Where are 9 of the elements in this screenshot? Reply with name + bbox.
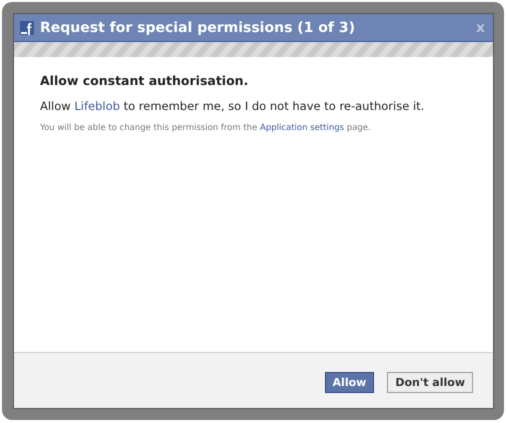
link[interactable]: Application settings: [260, 123, 344, 133]
link[interactable]: Lifeblob: [74, 99, 120, 113]
deny-button[interactable]: Don't allow: [387, 372, 473, 393]
dialog-title: Request for special permissions (1 of 3): [40, 20, 356, 36]
allow-button[interactable]: Allow: [324, 372, 374, 393]
permission-heading: Allow constant authorisation.: [40, 73, 250, 88]
settings-note: You will be able to change this permission from the Application settings page.: [40, 123, 372, 133]
permission-description: Allow Lifeblob to remember me, so I do not have to re-authorise it.: [40, 99, 426, 113]
app-logo-icon: [20, 20, 34, 34]
